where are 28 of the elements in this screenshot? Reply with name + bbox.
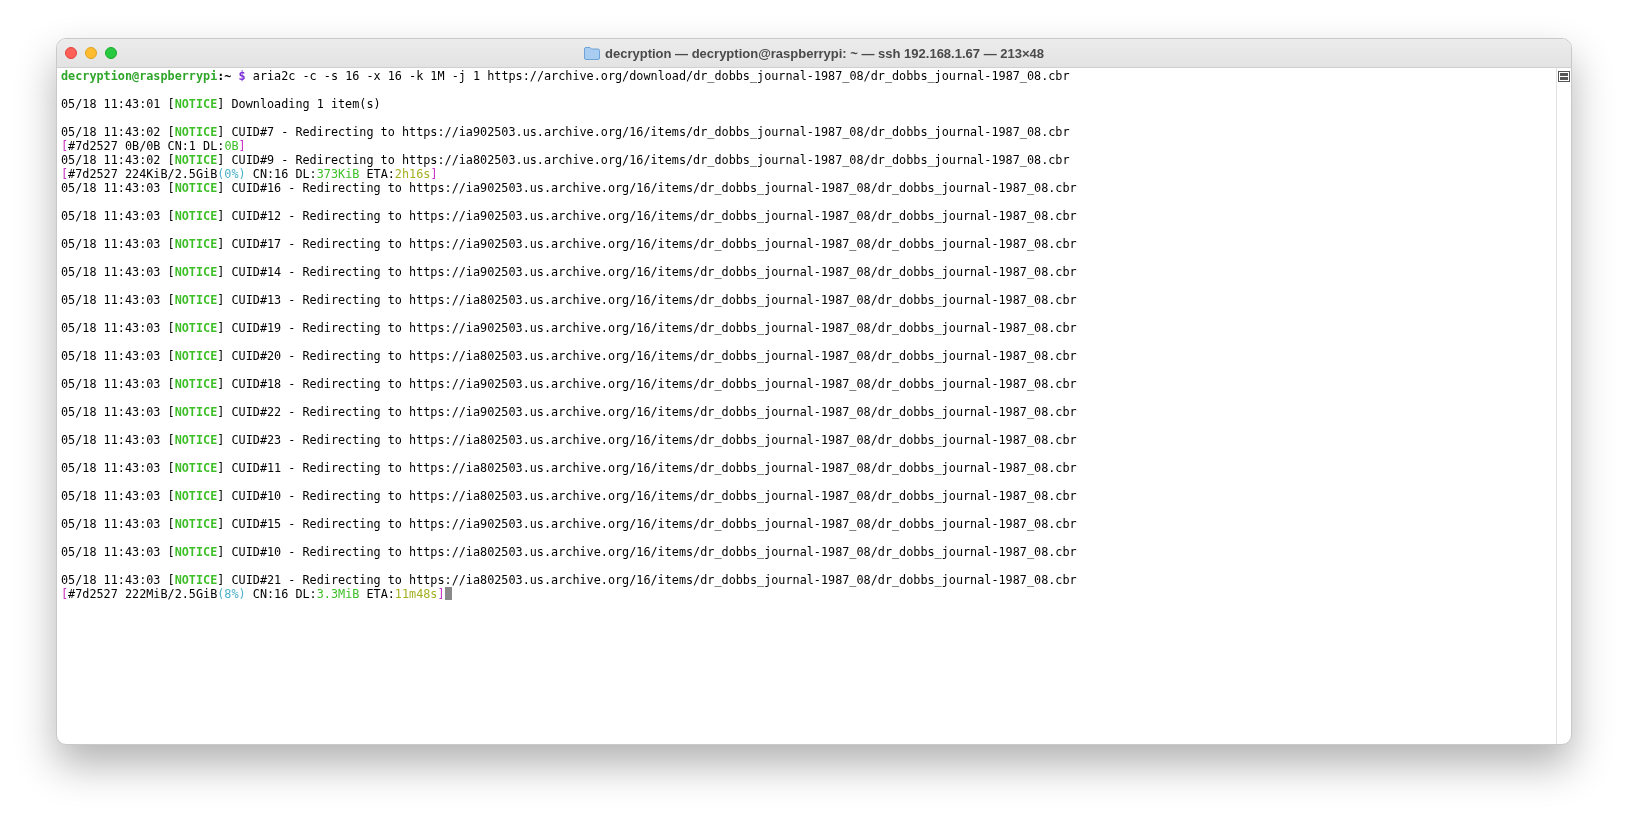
terminal-line: 05/18 11:43:02 [NOTICE] CUID#9 - Redirecting to https://ia802503.us.archive.org/16/items/dr_dobbs_journal-1987_08/dr_dobbs_journal-1987_08.cbr: [61, 153, 1070, 167]
terminal-line: 05/18 11:43:02 [NOTICE] CUID#7 - Redirecting to https://ia902503.us.archive.org/16/items/dr_dobbs_journal-1987_08/dr_dobbs_journal-1987_08.cbr: [61, 124, 1070, 139]
terminal-line: 05/18 11:43:03 [NOTICE] CUID#11 - Redirecting to https://ia802503.us.archive.org/16/items/dr_dobbs_journal-1987_08/dr_dobbs_journal-1987_08.cbr: [61, 460, 1077, 475]
terminal-line: 05/18 11:43:03 [NOTICE] CUID#10 - Redirecting to https://ia802503.us.archive.org/16/items/dr_dobbs_journal-1987_08/dr_dobbs_journal-1987_08.cbr: [61, 544, 1077, 559]
terminal-line: 05/18 11:43:03 [NOTICE] CUID#18 - Redirecting to https://ia902503.us.archive.org/16/items/dr_dobbs_journal-1987_08/dr_dobbs_journal-1987_08.cbr: [61, 376, 1077, 391]
terminal-line: 05/18 11:43:03 [NOTICE] CUID#21 - Redirecting to https://ia802503.us.archive.org/16/items/dr_dobbs_journal-1987_08/dr_dobbs_journal-1987_08.cbr: [61, 572, 1077, 587]
terminal-line: 05/18 11:43:03 [NOTICE] CUID#23 - Redirecting to https://ia802503.us.archive.org/16/items/dr_dobbs_journal-1987_08/dr_dobbs_journal-1987_08.cbr: [61, 432, 1077, 447]
terminal-line: 05/18 11:43:03 [NOTICE] CUID#12 - Redirecting to https://ia902503.us.archive.org/16/items/dr_dobbs_journal-1987_08/dr_dobbs_journal-1987_08.cbr: [61, 208, 1077, 223]
terminal-line: 05/18 11:43:03 [NOTICE] CUID#10 - Redirecting to https://ia802503.us.archive.org/16/items/dr_dobbs_journal-1987_08/dr_dobbs_journal-1987_08.cbr: [61, 488, 1077, 503]
split-pane-icon[interactable]: [1558, 71, 1570, 82]
terminal-line: 05/18 11:43:03 [NOTICE] CUID#22 - Redirecting to https://ia902503.us.archive.org/16/items/dr_dobbs_journal-1987_08/dr_dobbs_journal-1987_08.cbr: [61, 404, 1077, 419]
close-button[interactable]: [65, 47, 77, 59]
zoom-button[interactable]: [105, 47, 117, 59]
terminal-line: [#7d2527 0B/0B CN:1 DL:0B]: [61, 139, 246, 153]
window-title: decryption — decryption@raspberrypi: ~ — ssh 192.168.1.67 — 213×48: [605, 45, 1044, 61]
terminal-line: 05/18 11:43:03 [NOTICE] CUID#14 - Redirecting to https://ia902503.us.archive.org/16/items/dr_dobbs_journal-1987_08/dr_dobbs_journal-1987_08.cbr: [61, 264, 1077, 279]
terminal-line: [#7d2527 224KiB/2.5GiB(0%) CN:16 DL:373KiB ETA:2h16s]: [61, 167, 438, 181]
terminal-line: 05/18 11:43:01 [NOTICE] Downloading 1 item(s): [61, 96, 381, 111]
minimize-button[interactable]: [85, 47, 97, 59]
terminal-line: [#7d2527 222MiB/2.5GiB(8%) CN:16 DL:3.3MiB ETA:11m48s]: [61, 587, 452, 601]
terminal-line: 05/18 11:43:03 [NOTICE] CUID#16 - Redirecting to https://ia902503.us.archive.org/16/items/dr_dobbs_journal-1987_08/dr_dobbs_journal-1987_08.cbr: [61, 181, 1077, 195]
terminal-line: 05/18 11:43:03 [NOTICE] CUID#15 - Redirecting to https://ia902503.us.archive.org/16/items/dr_dobbs_journal-1987_08/dr_dobbs_journal-1987_08.cbr: [61, 516, 1077, 531]
terminal-line: 05/18 11:43:03 [NOTICE] CUID#13 - Redirecting to https://ia802503.us.archive.org/16/items/dr_dobbs_journal-1987_08/dr_dobbs_journal-1987_08.cbr: [61, 292, 1077, 307]
terminal-line: 05/18 11:43:03 [NOTICE] CUID#19 - Redirecting to https://ia902503.us.archive.org/16/items/dr_dobbs_journal-1987_08/dr_dobbs_journal-1987_08.cbr: [61, 320, 1077, 335]
terminal-line: 05/18 11:43:03 [NOTICE] CUID#17 - Redirecting to https://ia902503.us.archive.org/16/items/dr_dobbs_journal-1987_08/dr_dobbs_journal-1987_08.cbr: [61, 236, 1077, 251]
terminal-line: decryption@raspberrypi:~ $ aria2c -c -s 16 -x 16 -k 1M -j 1 https://archive.org/download/dr_dobbs_journal-1987_08/dr_dobbs_journal-1987_08.cbr: [61, 69, 1070, 83]
terminal-line: 05/18 11:43:03 [NOTICE] CUID#20 - Redirecting to https://ia802503.us.archive.org/16/items/dr_dobbs_journal-1987_08/dr_dobbs_journal-1987_08.cbr: [61, 348, 1077, 363]
folder-icon: [584, 46, 600, 60]
